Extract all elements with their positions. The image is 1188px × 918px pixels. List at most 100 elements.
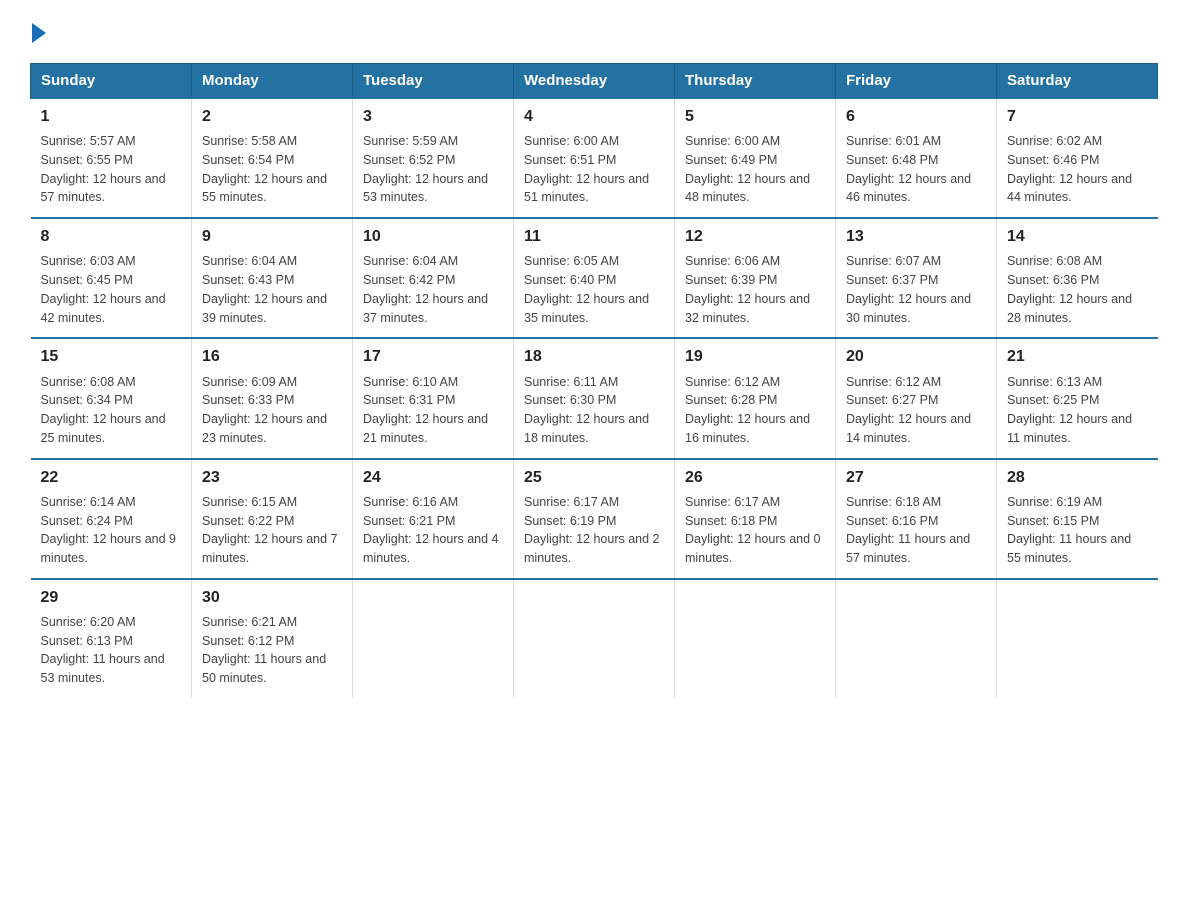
calendar-cell: 17 Sunrise: 6:10 AMSunset: 6:31 PMDayligh… — [353, 338, 514, 458]
day-number: 26 — [685, 466, 825, 489]
weekday-header-saturday: Saturday — [997, 64, 1158, 99]
calendar-cell — [997, 579, 1158, 698]
calendar-cell: 11 Sunrise: 6:05 AMSunset: 6:40 PMDayligh… — [514, 218, 675, 338]
day-number: 23 — [202, 466, 342, 489]
day-number: 19 — [685, 345, 825, 368]
calendar-week-3: 15Sunrise: 6:08 AMSunset: 6:34 PMDayligh… — [31, 338, 1158, 458]
day-number: 14 — [1007, 225, 1148, 248]
day-info: Sunrise: 6:10 AMSunset: 6:31 PMDaylight:… — [363, 373, 503, 448]
day-number: 7 — [1007, 105, 1148, 128]
calendar-header: SundayMondayTuesdayWednesdayThursdayFrid… — [31, 64, 1158, 99]
calendar-cell: 29 Sunrise: 6:20 AMSunset: 6:13 PMDayligh… — [31, 579, 192, 698]
day-number: 15 — [41, 345, 182, 368]
calendar-body: 1 Sunrise: 5:57 AMSunset: 6:55 PMDaylight… — [31, 98, 1158, 698]
calendar-cell: 24 Sunrise: 6:16 AMSunset: 6:21 PMDayligh… — [353, 459, 514, 579]
day-info: Sunrise: 6:16 AMSunset: 6:21 PMDaylight:… — [363, 493, 503, 568]
calendar-cell: 5Sunrise: 6:00 AMSunset: 6:49 PMDaylight… — [675, 98, 836, 218]
day-info: Sunrise: 6:20 AMSunset: 6:13 PMDaylight:… — [41, 613, 182, 688]
calendar-cell: 18 Sunrise: 6:11 AMSunset: 6:30 PMDayligh… — [514, 338, 675, 458]
day-number: 6 — [846, 105, 986, 128]
calendar-cell: 26Sunrise: 6:17 AMSunset: 6:18 PMDayligh… — [675, 459, 836, 579]
calendar-cell: 9Sunrise: 6:04 AMSunset: 6:43 PMDaylight… — [192, 218, 353, 338]
calendar-cell: 8Sunrise: 6:03 AMSunset: 6:45 PMDaylight… — [31, 218, 192, 338]
calendar-cell: 23 Sunrise: 6:15 AMSunset: 6:22 PMDayligh… — [192, 459, 353, 579]
logo-triangle-icon — [32, 23, 46, 43]
weekday-header-sunday: Sunday — [31, 64, 192, 99]
calendar-cell: 15Sunrise: 6:08 AMSunset: 6:34 PMDayligh… — [31, 338, 192, 458]
calendar-cell: 12 Sunrise: 6:06 AMSunset: 6:39 PMDayligh… — [675, 218, 836, 338]
day-info: Sunrise: 6:18 AMSunset: 6:16 PMDaylight:… — [846, 493, 986, 568]
day-info: Sunrise: 6:15 AMSunset: 6:22 PMDaylight:… — [202, 493, 342, 568]
day-number: 13 — [846, 225, 986, 248]
day-info: Sunrise: 6:14 AMSunset: 6:24 PMDaylight:… — [41, 493, 182, 568]
calendar-table: SundayMondayTuesdayWednesdayThursdayFrid… — [30, 63, 1158, 698]
day-number: 2 — [202, 105, 342, 128]
calendar-cell: 30 Sunrise: 6:21 AMSunset: 6:12 PMDayligh… — [192, 579, 353, 698]
day-number: 17 — [363, 345, 503, 368]
day-info: Sunrise: 5:57 AMSunset: 6:55 PMDaylight:… — [41, 132, 182, 207]
day-number: 10 — [363, 225, 503, 248]
day-number: 11 — [524, 225, 664, 248]
calendar-cell: 6 Sunrise: 6:01 AMSunset: 6:48 PMDaylight… — [836, 98, 997, 218]
calendar-cell: 2 Sunrise: 5:58 AMSunset: 6:54 PMDaylight… — [192, 98, 353, 218]
day-info: Sunrise: 6:08 AMSunset: 6:36 PMDaylight:… — [1007, 252, 1148, 327]
calendar-cell — [675, 579, 836, 698]
day-number: 28 — [1007, 466, 1148, 489]
day-number: 1 — [41, 105, 182, 128]
weekday-header-thursday: Thursday — [675, 64, 836, 99]
calendar-cell: 4Sunrise: 6:00 AMSunset: 6:51 PMDaylight… — [514, 98, 675, 218]
day-number: 18 — [524, 345, 664, 368]
day-info: Sunrise: 5:59 AMSunset: 6:52 PMDaylight:… — [363, 132, 503, 207]
calendar-cell: 22 Sunrise: 6:14 AMSunset: 6:24 PMDayligh… — [31, 459, 192, 579]
calendar-week-4: 22 Sunrise: 6:14 AMSunset: 6:24 PMDayligh… — [31, 459, 1158, 579]
day-info: Sunrise: 6:21 AMSunset: 6:12 PMDaylight:… — [202, 613, 342, 688]
calendar-week-1: 1 Sunrise: 5:57 AMSunset: 6:55 PMDaylight… — [31, 98, 1158, 218]
day-info: Sunrise: 6:03 AMSunset: 6:45 PMDaylight:… — [41, 252, 182, 327]
calendar-cell: 28 Sunrise: 6:19 AMSunset: 6:15 PMDayligh… — [997, 459, 1158, 579]
day-number: 24 — [363, 466, 503, 489]
day-info: Sunrise: 6:12 AMSunset: 6:27 PMDaylight:… — [846, 373, 986, 448]
day-info: Sunrise: 6:04 AMSunset: 6:42 PMDaylight:… — [363, 252, 503, 327]
day-number: 9 — [202, 225, 342, 248]
calendar-cell: 1 Sunrise: 5:57 AMSunset: 6:55 PMDaylight… — [31, 98, 192, 218]
day-info: Sunrise: 5:58 AMSunset: 6:54 PMDaylight:… — [202, 132, 342, 207]
calendar-cell: 27Sunrise: 6:18 AMSunset: 6:16 PMDayligh… — [836, 459, 997, 579]
day-info: Sunrise: 6:06 AMSunset: 6:39 PMDaylight:… — [685, 252, 825, 327]
calendar-cell — [514, 579, 675, 698]
day-info: Sunrise: 6:11 AMSunset: 6:30 PMDaylight:… — [524, 373, 664, 448]
calendar-cell — [353, 579, 514, 698]
day-number: 20 — [846, 345, 986, 368]
day-number: 29 — [41, 586, 182, 609]
day-info: Sunrise: 6:01 AMSunset: 6:48 PMDaylight:… — [846, 132, 986, 207]
day-info: Sunrise: 6:02 AMSunset: 6:46 PMDaylight:… — [1007, 132, 1148, 207]
calendar-cell: 13 Sunrise: 6:07 AMSunset: 6:37 PMDayligh… — [836, 218, 997, 338]
day-number: 4 — [524, 105, 664, 128]
day-number: 12 — [685, 225, 825, 248]
calendar-cell: 3Sunrise: 5:59 AMSunset: 6:52 PMDaylight… — [353, 98, 514, 218]
day-info: Sunrise: 6:05 AMSunset: 6:40 PMDaylight:… — [524, 252, 664, 327]
day-info: Sunrise: 6:12 AMSunset: 6:28 PMDaylight:… — [685, 373, 825, 448]
calendar-cell: 19 Sunrise: 6:12 AMSunset: 6:28 PMDayligh… — [675, 338, 836, 458]
calendar-cell: 10 Sunrise: 6:04 AMSunset: 6:42 PMDayligh… — [353, 218, 514, 338]
day-number: 21 — [1007, 345, 1148, 368]
day-number: 22 — [41, 466, 182, 489]
page-header — [30, 20, 1158, 43]
day-number: 30 — [202, 586, 342, 609]
weekday-header-wednesday: Wednesday — [514, 64, 675, 99]
day-info: Sunrise: 6:00 AMSunset: 6:49 PMDaylight:… — [685, 132, 825, 207]
day-number: 25 — [524, 466, 664, 489]
calendar-cell: 16 Sunrise: 6:09 AMSunset: 6:33 PMDayligh… — [192, 338, 353, 458]
calendar-week-5: 29 Sunrise: 6:20 AMSunset: 6:13 PMDayligh… — [31, 579, 1158, 698]
day-number: 16 — [202, 345, 342, 368]
calendar-cell: 25Sunrise: 6:17 AMSunset: 6:19 PMDayligh… — [514, 459, 675, 579]
day-info: Sunrise: 6:09 AMSunset: 6:33 PMDaylight:… — [202, 373, 342, 448]
day-info: Sunrise: 6:19 AMSunset: 6:15 PMDaylight:… — [1007, 493, 1148, 568]
weekday-header-tuesday: Tuesday — [353, 64, 514, 99]
calendar-cell: 20 Sunrise: 6:12 AMSunset: 6:27 PMDayligh… — [836, 338, 997, 458]
weekday-header-monday: Monday — [192, 64, 353, 99]
calendar-cell: 14 Sunrise: 6:08 AMSunset: 6:36 PMDayligh… — [997, 218, 1158, 338]
calendar-week-2: 8Sunrise: 6:03 AMSunset: 6:45 PMDaylight… — [31, 218, 1158, 338]
day-info: Sunrise: 6:13 AMSunset: 6:25 PMDaylight:… — [1007, 373, 1148, 448]
calendar-cell: 21 Sunrise: 6:13 AMSunset: 6:25 PMDayligh… — [997, 338, 1158, 458]
day-info: Sunrise: 6:07 AMSunset: 6:37 PMDaylight:… — [846, 252, 986, 327]
